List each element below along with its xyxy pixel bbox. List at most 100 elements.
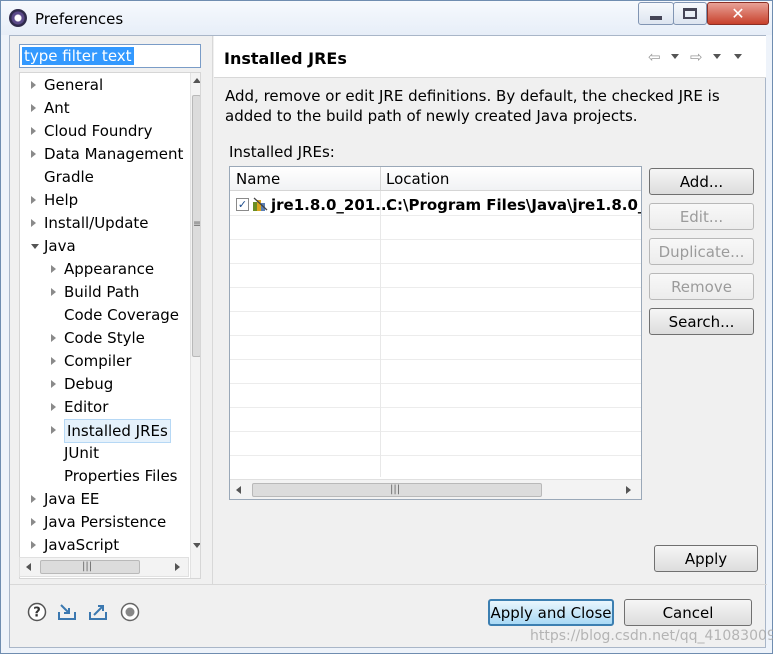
column-header-location[interactable]: Location <box>386 170 449 188</box>
row-gridline <box>230 287 641 288</box>
collapsed-arrow-icon[interactable] <box>31 518 36 526</box>
tree-item[interactable]: Java EE <box>28 488 99 510</box>
tree-item[interactable]: Data Management <box>28 143 183 165</box>
scroll-up-icon[interactable] <box>193 78 200 83</box>
remove-button[interactable]: Remove <box>649 273 754 300</box>
tree-item[interactable]: Java <box>28 235 76 257</box>
back-icon[interactable]: ⇦ <box>648 48 661 66</box>
column-header-name[interactable]: Name <box>236 170 280 188</box>
tree-item[interactable]: Properties Files <box>48 465 178 487</box>
search-button[interactable]: Search... <box>649 308 754 335</box>
scroll-left-icon[interactable] <box>236 486 241 494</box>
close-button[interactable]: ✕ <box>707 2 769 25</box>
collapsed-arrow-icon[interactable] <box>31 81 36 89</box>
duplicate-button[interactable]: Duplicate... <box>649 238 754 265</box>
tree-item[interactable]: Code Style <box>48 327 145 349</box>
forward-icon[interactable]: ⇨ <box>690 48 703 66</box>
watermark-text: https://blog.csdn.net/qq_41083009 <box>530 628 773 644</box>
collapsed-arrow-icon[interactable] <box>51 288 56 296</box>
tree-item-label: Java EE <box>44 490 100 508</box>
collapsed-arrow-icon[interactable] <box>51 426 56 434</box>
tree-item[interactable]: Java Persistence <box>28 511 166 533</box>
tree-item-label: General <box>44 76 104 94</box>
tree-item[interactable]: Appearance <box>48 258 154 280</box>
scroll-left-icon[interactable] <box>26 563 31 571</box>
scroll-down-icon[interactable] <box>193 543 200 548</box>
edit-button[interactable]: Edit... <box>649 203 754 230</box>
tree-item-label: Debug <box>64 375 114 393</box>
collapsed-arrow-icon[interactable] <box>51 403 56 411</box>
import-icon[interactable] <box>57 602 77 622</box>
eclipse-icon <box>9 9 27 27</box>
tree-item[interactable]: Cloud Foundry <box>28 120 152 142</box>
collapsed-arrow-icon[interactable] <box>51 380 56 388</box>
collapsed-arrow-icon[interactable] <box>51 265 56 273</box>
collapsed-arrow-icon[interactable] <box>31 541 36 549</box>
button-bar-separator <box>10 584 767 585</box>
tree-item[interactable]: Debug <box>48 373 113 395</box>
expanded-arrow-icon[interactable] <box>31 244 39 249</box>
tree-item-label: Installed JREs <box>64 419 171 443</box>
filter-text: type filter text <box>22 47 134 65</box>
add-button[interactable]: Add... <box>649 168 754 195</box>
title-bar[interactable]: Preferences ✕ <box>1 1 772 35</box>
tree-item[interactable]: Ant <box>28 97 70 119</box>
grip-icon: ||| <box>82 561 93 572</box>
tree-item-label: Code Coverage <box>64 306 180 324</box>
row-gridline <box>230 407 641 408</box>
jre-checkbox[interactable]: ✓ <box>236 198 249 211</box>
collapsed-arrow-icon[interactable] <box>31 104 36 112</box>
tree-item-label: Ant <box>44 99 70 117</box>
close-icon: ✕ <box>731 4 745 23</box>
back-history-icon[interactable] <box>671 54 679 59</box>
sash-divider[interactable] <box>212 36 213 584</box>
tree-item[interactable]: Build Path <box>48 281 139 303</box>
tree-item[interactable]: Help <box>28 189 78 211</box>
row-gridline <box>230 383 641 384</box>
preferences-window: Preferences ✕ type filter text ≡ General… <box>0 0 773 654</box>
tree-item[interactable]: Gradle <box>28 166 94 188</box>
collapsed-arrow-icon[interactable] <box>31 495 36 503</box>
tree-item-label: Gradle <box>44 168 94 186</box>
help-icon[interactable]: ? <box>27 602 47 622</box>
cancel-button[interactable]: Cancel <box>624 599 752 626</box>
record-icon[interactable] <box>120 602 140 622</box>
tree-item-label: JUnit <box>64 444 99 462</box>
collapsed-arrow-icon[interactable] <box>31 150 36 158</box>
table-row[interactable]: ✓ jre1.8.0_201... C:\Program Files\Java\… <box>230 193 641 215</box>
svg-text:?: ? <box>33 606 41 621</box>
maximize-button[interactable] <box>673 2 707 25</box>
tree-item[interactable]: Editor <box>48 396 108 418</box>
apply-button[interactable]: Apply <box>654 545 758 572</box>
collapsed-arrow-icon[interactable] <box>51 357 56 365</box>
collapsed-arrow-icon[interactable] <box>51 334 56 342</box>
tree-item[interactable]: Install/Update <box>28 212 149 234</box>
scroll-right-icon[interactable] <box>175 563 180 571</box>
scroll-right-icon[interactable] <box>626 486 631 494</box>
collapsed-arrow-icon[interactable] <box>31 219 36 227</box>
export-icon[interactable] <box>88 602 108 622</box>
collapsed-arrow-icon[interactable] <box>31 196 36 204</box>
tree-item[interactable]: Installed JREs <box>48 419 171 443</box>
forward-history-icon[interactable] <box>713 54 721 59</box>
collapsed-arrow-icon[interactable] <box>31 127 36 135</box>
minimize-button[interactable] <box>638 2 674 25</box>
tree-vertical-scrollbar[interactable]: ≡ <box>190 73 200 578</box>
jre-table: Name Location ✓ jre1.8.0_201... C:\Progr… <box>229 166 642 500</box>
apply-and-close-button[interactable]: Apply and Close <box>488 599 614 626</box>
page-header: Installed JREs ⇦ ⇨ <box>214 36 766 78</box>
filter-input[interactable]: type filter text <box>19 44 201 68</box>
tree-item-label: Cloud Foundry <box>44 122 153 140</box>
view-menu-icon[interactable] <box>734 54 742 59</box>
tree-item[interactable]: Compiler <box>48 350 132 372</box>
tree-item[interactable]: JUnit <box>48 442 99 464</box>
tree-item[interactable]: JavaScript <box>28 534 119 556</box>
tree-item[interactable]: Code Coverage <box>48 304 179 326</box>
grip-icon: ||| <box>390 484 401 495</box>
tree-horizontal-scrollbar[interactable]: ||| <box>19 557 189 577</box>
tree-item[interactable]: General <box>28 74 103 96</box>
tree-item-label: Install/Update <box>44 214 149 232</box>
row-gridline <box>230 431 641 432</box>
table-horizontal-scrollbar[interactable]: ||| <box>230 479 641 499</box>
dialog-client: type filter text ≡ General Ant Cloud Found… <box>9 35 773 648</box>
